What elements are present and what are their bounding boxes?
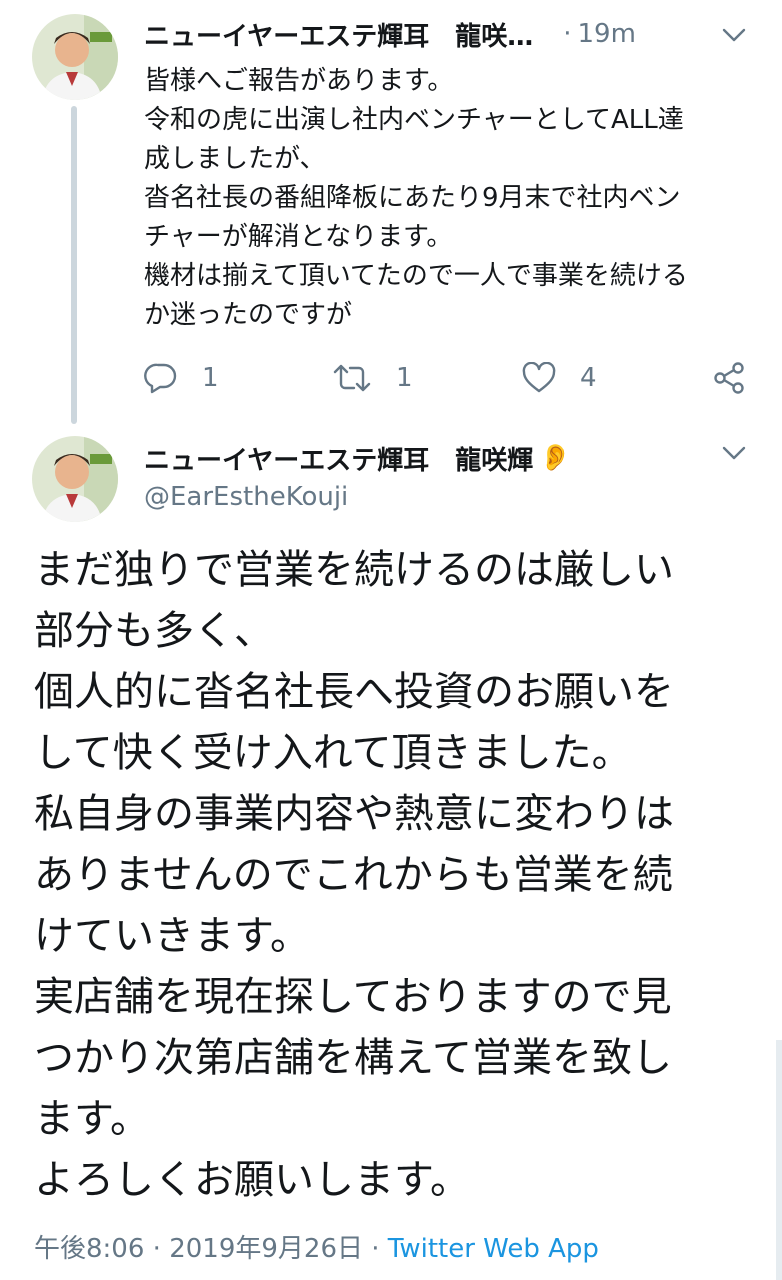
tweet-text-line: か迷ったのですが <box>144 300 353 330</box>
tweet-text-line: チャーが解消となります。 <box>144 222 453 252</box>
tweet-text-line: 成しましたが、 <box>144 144 326 174</box>
ear-emoji: 👂 <box>539 443 572 473</box>
display-name[interactable]: ニューイヤーエステ輝耳 龍咲… <box>144 16 533 53</box>
tweet-text-line: 部分も多く、 <box>34 608 274 654</box>
tweet-text-line: 私自身の事業内容や熱意に変わりは <box>34 791 674 837</box>
user-handle[interactable]: @EarEstheKouji <box>144 482 348 512</box>
tweet-text-line: 実店舗を現在探しておりますので見 <box>34 974 672 1020</box>
tweet-text-line: 皆様へご報告があります。 <box>144 66 454 96</box>
source-app-link[interactable]: Twitter Web App <box>388 1234 599 1264</box>
heart-icon <box>522 362 556 393</box>
tweet-text-line: 機材は揃えて頂いてたので一人で事業を続ける <box>144 261 688 291</box>
tweet-actions: 1 1 4 <box>144 358 754 398</box>
tweet-header: ニューイヤーエステ輝耳 龍咲… · 19m <box>144 14 636 54</box>
like-count: 4 <box>580 363 597 393</box>
tweet-text-line: けていきます。 <box>34 913 310 959</box>
avatar[interactable] <box>32 14 118 100</box>
tweet-text: まだ独りで営業を続けるのは厳しい 部分も多く、 個人的に沓名社長へ投資のお願いを… <box>34 540 764 1211</box>
chevron-down-icon[interactable] <box>722 446 746 460</box>
tweet-footer: 午後8:06 · 2019年9月26日 · Twitter Web App <box>34 1228 599 1265</box>
reply-count: 1 <box>202 363 219 393</box>
tweet-text-line: ます。 <box>34 1096 150 1142</box>
retweet-button[interactable]: 1 <box>332 358 413 398</box>
tweet-text-line: 沓名社長の番組降板にあたり9月末で社内ベン <box>144 183 681 213</box>
reply-icon <box>144 363 177 394</box>
retweet-count: 1 <box>396 363 413 393</box>
tweet-text-line: ありませんのでこれからも営業を続 <box>34 852 673 898</box>
tweet-text-line: つかり次第店舗を構えて営業を致し <box>34 1035 672 1081</box>
thread-connector-line <box>71 106 77 424</box>
chevron-down-icon[interactable] <box>722 28 746 42</box>
meta-separator: · <box>563 19 572 49</box>
tweet-text-line: まだ独りで営業を続けるのは厳しい <box>34 547 674 593</box>
tweet-date[interactable]: 2019年9月26日 <box>169 1234 363 1264</box>
share-button[interactable] <box>712 358 746 398</box>
share-icon <box>714 362 744 394</box>
retweet-icon <box>333 364 371 392</box>
tweet-text-line: して快く受け入れて頂きました。 <box>34 730 632 776</box>
tweet-text: 皆様へご報告があります。 令和の虎に出演し社内ベンチャーとしてALL達 成しまし… <box>144 62 764 335</box>
reply-button[interactable]: 1 <box>144 358 219 398</box>
tweet-text-line: 個人的に沓名社長へ投資のお願いを <box>34 669 674 715</box>
avatar[interactable] <box>32 436 118 522</box>
tweet-timestamp[interactable]: 午後8:06 <box>34 1234 144 1264</box>
footer-separator: · <box>152 1234 161 1264</box>
tweet-text-line: よろしくお願いします。 <box>34 1157 470 1203</box>
tweet-time[interactable]: 19m <box>578 19 636 49</box>
like-button[interactable]: 4 <box>522 358 597 398</box>
tweet-text-line: 令和の虎に出演し社内ベンチャーとしてALL達 <box>144 105 684 135</box>
tweet-header: ニューイヤーエステ輝耳 龍咲輝 👂 <box>144 436 572 480</box>
footer-separator: · <box>371 1234 380 1264</box>
display-name[interactable]: ニューイヤーエステ輝耳 龍咲輝 <box>144 440 533 477</box>
scrollbar[interactable] <box>776 1040 782 1280</box>
